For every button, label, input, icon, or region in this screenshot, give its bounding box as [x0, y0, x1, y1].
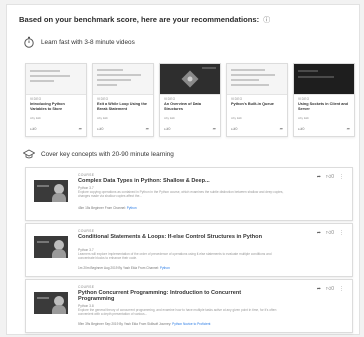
video-thumbnail	[26, 64, 86, 95]
like-icon[interactable]: 👍︎0	[298, 126, 304, 132]
video-meta: Aby Ekli	[97, 116, 108, 120]
like-icon[interactable]: 👍︎0	[231, 126, 237, 132]
stopwatch-icon	[23, 36, 35, 48]
content-type: VIDEO	[97, 97, 109, 101]
more-options-icon[interactable]: ⋮	[339, 174, 344, 180]
video-thumbnail	[160, 64, 220, 95]
course-actions: ➦ 👍︎0 ⋮	[317, 230, 344, 236]
course-description: Learners will explore implementation of …	[78, 252, 272, 260]
share-icon[interactable]: ➦	[347, 126, 350, 131]
courses-section-label: Cover key concepts with 20-90 minute lea…	[41, 150, 174, 158]
video-thumbnail	[93, 64, 153, 95]
content-type: COURSE	[78, 285, 95, 289]
like-icon[interactable]: 👍︎0	[326, 286, 334, 292]
course-description: Explore copying operations as contained …	[78, 190, 284, 198]
video-card-footer: 👍︎0 ➦	[30, 126, 82, 132]
course-title[interactable]: Conditional Statements & Loops: If-else …	[78, 234, 278, 240]
video-title[interactable]: Introducing Python Variables to Store	[30, 102, 82, 111]
videos-section-title: Learn fast with 3-8 minute videos	[23, 36, 135, 48]
mortarboard-icon	[22, 148, 36, 160]
share-icon[interactable]: ➦	[146, 126, 149, 131]
course-thumbnail	[34, 236, 68, 258]
video-card[interactable]: VIDEO Python's Built-in Queue Aby Ekli 👍…	[226, 63, 288, 137]
video-card[interactable]: VIDEO An Overview of Data Structures Aby…	[159, 63, 221, 137]
video-card-footer: 👍︎0 ➦	[97, 126, 149, 132]
content-type: COURSE	[78, 229, 95, 233]
course-actions: ➦ 👍︎0 ⋮	[317, 286, 344, 292]
video-card-footer: 👍︎0 ➦	[231, 126, 283, 132]
share-icon[interactable]: ➦	[317, 174, 321, 180]
course-meta: 1m 20m Beginner Aug 2019 By Yash Ekla Fr…	[78, 266, 170, 270]
course-thumbnail	[34, 292, 68, 314]
like-count: 0	[235, 126, 238, 131]
video-card[interactable]: VIDEO Using Sockets in Client and Server…	[293, 63, 355, 137]
channel-link[interactable]: Python	[160, 266, 170, 270]
like-icon[interactable]: 👍︎0	[97, 126, 103, 132]
page: Based on your benchmark score, here are …	[0, 0, 364, 337]
share-icon[interactable]: ➦	[213, 126, 216, 131]
heading-text: Based on your benchmark score, here are …	[19, 15, 260, 24]
video-meta: Aby Ekli	[30, 116, 41, 120]
like-icon[interactable]: 👍︎0	[326, 174, 334, 180]
like-count: 0	[168, 126, 171, 131]
video-card-footer: 👍︎0 ➦	[298, 126, 350, 132]
course-meta-text: 59m 39s Beginner Sep 2019 By Yash Ekla F…	[78, 322, 172, 326]
course-title[interactable]: Complex Data Types in Python: Shallow & …	[78, 178, 278, 184]
video-thumbnail	[294, 64, 354, 95]
video-title[interactable]: Using Sockets in Client and Server	[298, 102, 350, 111]
like-count: 0	[331, 286, 334, 292]
like-icon[interactable]: 👍︎0	[326, 230, 334, 236]
video-cards: VIDEO Introducing Python Variables to St…	[25, 63, 355, 137]
course-title[interactable]: Python Concurrent Programming: Introduct…	[78, 290, 278, 303]
video-meta: Aby Ekli	[298, 116, 309, 120]
course-meta: 59m 39s Beginner Sep 2019 By Yash Ekla F…	[78, 322, 210, 326]
content-type: COURSE	[78, 173, 95, 177]
content-type: VIDEO	[231, 97, 243, 101]
course-description: Explore the general theory of concurrent…	[78, 308, 277, 316]
courses-section-title: Cover key concepts with 20-90 minute lea…	[22, 148, 174, 160]
course-meta: 45m 15s Beginner From Channel: Python	[78, 206, 137, 210]
recommendations-heading: Based on your benchmark score, here are …	[19, 15, 270, 25]
share-icon[interactable]: ➦	[79, 126, 82, 131]
course-meta-text: 45m 15s Beginner From Channel:	[78, 206, 126, 210]
channel-link[interactable]: Python Novice to Proficient	[172, 322, 210, 326]
video-card[interactable]: VIDEO Exit a While Loop Using the Break …	[92, 63, 154, 137]
videos-section-label: Learn fast with 3-8 minute videos	[41, 38, 135, 46]
like-icon[interactable]: 👍︎0	[164, 126, 170, 132]
course-thumbnail	[34, 180, 68, 202]
course-card[interactable]: COURSE Conditional Statements & Loops: I…	[25, 223, 353, 277]
video-card[interactable]: VIDEO Introducing Python Variables to St…	[25, 63, 87, 137]
video-meta: Aby Ekli	[164, 116, 175, 120]
video-meta: Aby Ekli	[231, 116, 242, 120]
share-icon[interactable]: ➦	[317, 286, 321, 292]
course-card[interactable]: COURSE Complex Data Types in Python: Sha…	[25, 167, 353, 221]
course-actions: ➦ 👍︎0 ⋮	[317, 174, 344, 180]
course-card[interactable]: COURSE Python Concurrent Programming: In…	[25, 279, 353, 333]
content-type: VIDEO	[298, 97, 310, 101]
like-count: 0	[101, 126, 104, 131]
video-title[interactable]: Python's Built-in Queue	[231, 102, 283, 107]
like-count: 0	[302, 126, 305, 131]
like-count: 0	[331, 174, 334, 180]
share-icon[interactable]: ➦	[317, 230, 321, 236]
course-meta-text: 1m 20m Beginner Aug 2019 By Yash Ekla Fr…	[78, 266, 160, 270]
video-thumbnail	[227, 64, 287, 95]
channel-link[interactable]: Python	[127, 206, 137, 210]
video-card-footer: 👍︎0 ➦	[164, 126, 216, 132]
video-title[interactable]: Exit a While Loop Using the Break Statem…	[97, 102, 149, 111]
info-icon[interactable]: ⓘ	[263, 17, 270, 24]
like-count: 0	[34, 126, 37, 131]
more-options-icon[interactable]: ⋮	[339, 286, 344, 292]
like-icon[interactable]: 👍︎0	[30, 126, 36, 132]
content-type: VIDEO	[164, 97, 176, 101]
content-type: VIDEO	[30, 97, 42, 101]
video-title[interactable]: An Overview of Data Structures	[164, 102, 216, 111]
share-icon[interactable]: ➦	[280, 126, 283, 131]
recommendations-panel: Based on your benchmark score, here are …	[6, 4, 360, 335]
like-count: 0	[331, 230, 334, 236]
more-options-icon[interactable]: ⋮	[339, 230, 344, 236]
